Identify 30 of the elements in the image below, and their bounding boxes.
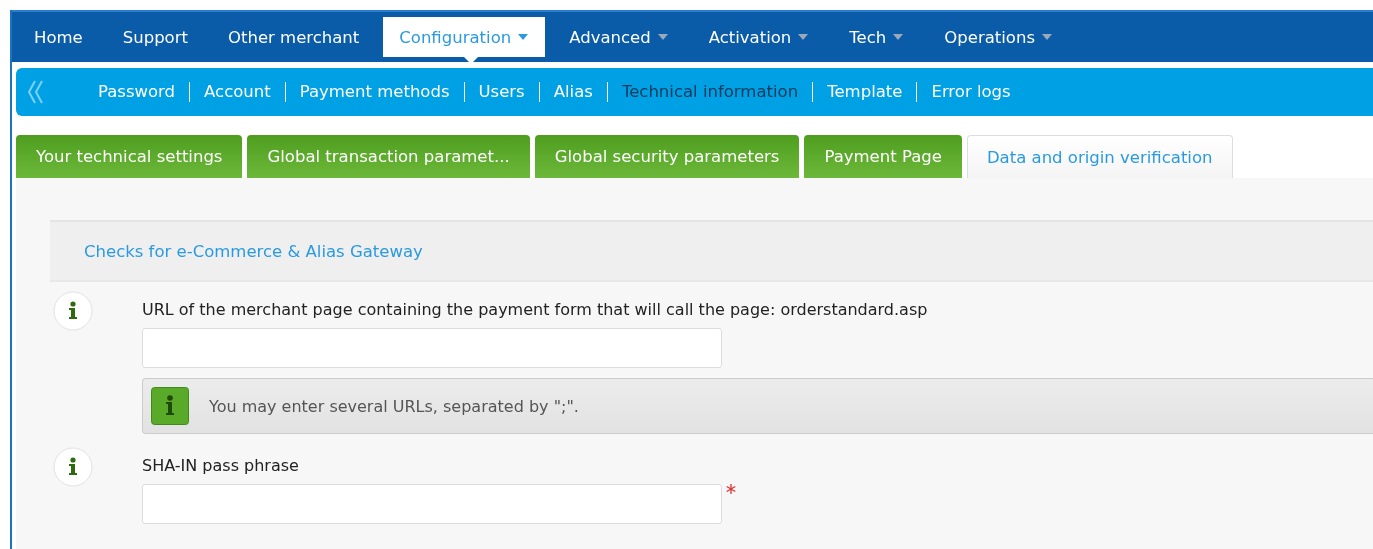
nav-item[interactable]: Home <box>14 17 99 57</box>
sub-nav-link[interactable]: Alias <box>538 82 607 102</box>
info-icon[interactable] <box>52 446 94 488</box>
text-field[interactable] <box>142 328 722 368</box>
hint-text: You may enter several URLs, separated by ";". <box>209 396 579 416</box>
field-label: SHA-IN pass phrase <box>142 455 300 477</box>
tab[interactable]: Your technical settings <box>16 135 243 178</box>
nav-item[interactable]: Other merchant <box>211 17 376 57</box>
sub-nav-link[interactable]: Account <box>189 82 285 102</box>
tab[interactable]: Data and origin verification <box>966 135 1233 178</box>
double-chevron-icon[interactable] <box>26 79 46 105</box>
sub-nav-link[interactable]: Users <box>463 82 539 102</box>
nav-item[interactable]: Operations <box>928 17 1069 57</box>
tab[interactable]: Global security parameters <box>534 135 800 178</box>
sub-nav-link[interactable]: Password <box>84 82 190 102</box>
text-field[interactable] <box>142 484 722 524</box>
sub-nav-link[interactable]: Template <box>812 82 917 102</box>
tab[interactable]: Payment Page <box>804 135 962 178</box>
section-title: Checks for e-Commerce & Alias Gateway <box>84 241 423 261</box>
sub-nav-link[interactable]: Payment methods <box>284 82 464 102</box>
sub-nav-link[interactable]: Technical information <box>606 82 813 102</box>
field-label: URL of the merchant page containing the payment form that will call the page: orderstandard.asp <box>142 299 929 321</box>
tab[interactable]: Global transaction paramet... <box>247 135 530 178</box>
info-icon[interactable] <box>52 290 94 332</box>
nav-item[interactable]: Tech <box>833 17 921 57</box>
info-icon <box>151 387 189 425</box>
nav-item[interactable]: Activation <box>692 17 826 57</box>
nav-item[interactable]: Advanced <box>553 17 685 57</box>
nav-item[interactable]: Support <box>106 17 204 57</box>
sub-nav-link[interactable]: Error logs <box>916 82 1025 102</box>
